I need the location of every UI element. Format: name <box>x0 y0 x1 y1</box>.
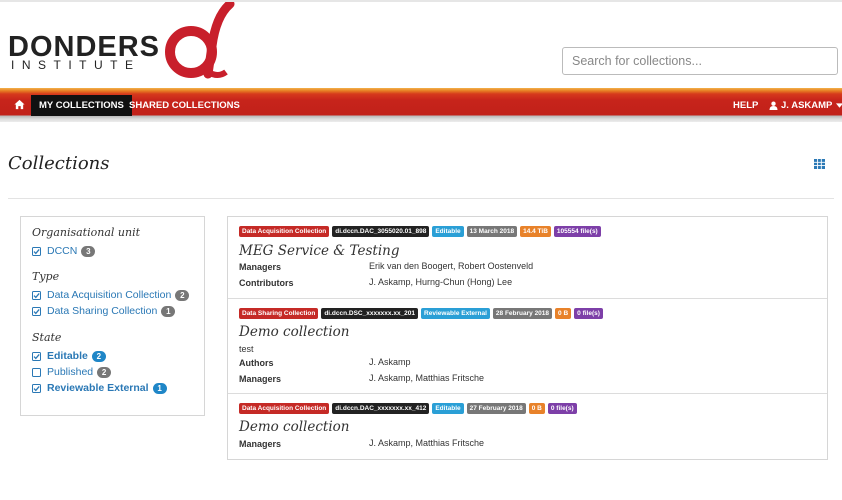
home-icon[interactable] <box>14 99 25 110</box>
badge-date: 13 March 2018 <box>466 226 518 237</box>
filter-label: Reviewable External <box>47 382 149 394</box>
filter-item-dccn[interactable]: DCCN 3 <box>32 245 96 257</box>
badge-state: Editable <box>432 403 464 414</box>
checkbox-unchecked-icon[interactable] <box>32 367 41 377</box>
badge-files: 0 file(s) <box>547 403 577 414</box>
checkbox-checked-icon[interactable] <box>32 351 41 361</box>
user-menu[interactable]: J. ASKAMP <box>761 95 842 116</box>
user-icon <box>769 101 778 110</box>
collection-description: test <box>239 344 254 354</box>
field-label: Contributors <box>239 278 294 288</box>
badge-identifier: di.dccn.DAC_xxxxxxx.xx_412 <box>332 403 430 414</box>
field-value: J. Askamp, Hurng-Chun (Hong) Lee <box>369 277 513 287</box>
filter-label: Editable <box>47 350 88 362</box>
badge-state: Editable <box>432 226 464 237</box>
filter-count: 2 <box>97 366 112 378</box>
page-title: Collections <box>8 153 110 174</box>
badge-collection-type: Data Sharing Collection <box>239 308 319 319</box>
title-divider <box>8 198 834 199</box>
field-label: Managers <box>239 439 282 449</box>
badge-row: Data Acquisition Collection di.dccn.DAC_… <box>239 403 577 415</box>
badge-row: Data Sharing Collection di.dccn.DSC_xxxx… <box>239 308 603 320</box>
badge-date: 28 February 2018 <box>492 308 553 319</box>
filter-count: 2 <box>91 350 106 362</box>
badge-identifier: di.dccn.DSC_xxxxxxx.xx_201 <box>321 308 419 319</box>
filter-count: 2 <box>175 289 190 301</box>
collection-card[interactable]: Data Sharing Collection di.dccn.DSC_xxxx… <box>228 299 827 394</box>
checkbox-checked-icon[interactable] <box>32 246 41 256</box>
collection-list: Data Acquisition Collection di.dccn.DAC_… <box>227 216 828 460</box>
filter-item-published[interactable]: Published 2 <box>32 366 112 378</box>
table-icon[interactable] <box>814 159 825 169</box>
checkbox-checked-icon[interactable] <box>32 290 41 300</box>
filter-heading-org: Organisational unit <box>32 226 141 239</box>
field-label: Managers <box>239 374 282 384</box>
badge-collection-type: Data Acquisition Collection <box>239 403 330 414</box>
field-label: Authors <box>239 358 274 368</box>
badge-files: 0 file(s) <box>574 308 603 319</box>
search-input[interactable] <box>562 47 838 75</box>
field-value: Erik van den Boogert, Robert Oostenveld <box>369 261 534 271</box>
badge-size: 0 B <box>555 308 572 319</box>
filter-item-data-acquisition[interactable]: Data Acquisition Collection 2 <box>32 289 190 301</box>
site-header: DONDERS INSTITUTE <box>0 0 842 90</box>
filter-heading-type: Type <box>32 270 60 283</box>
checkbox-checked-icon[interactable] <box>32 306 41 316</box>
caret-down-icon <box>836 103 842 108</box>
field-value: J. Askamp, Matthias Fritsche <box>369 438 485 448</box>
main-nav: MY COLLECTIONS SHARED COLLECTIONS HELP J… <box>0 88 842 122</box>
badge-collection-type: Data Acquisition Collection <box>239 226 330 237</box>
filter-item-data-sharing[interactable]: Data Sharing Collection 1 <box>32 305 176 317</box>
filter-item-reviewable-external[interactable]: Reviewable External 1 <box>32 382 167 394</box>
nav-my-collections[interactable]: MY COLLECTIONS <box>31 95 132 116</box>
filter-label: DCCN <box>47 245 78 257</box>
nav-shared-collections[interactable]: SHARED COLLECTIONS <box>121 95 248 116</box>
field-value: J. Askamp, Matthias Fritsche <box>369 373 485 383</box>
brand-subtitle[interactable]: INSTITUTE <box>11 59 141 71</box>
badge-size: 14.4 TiB <box>520 226 551 237</box>
collection-card[interactable]: Data Acquisition Collection di.dccn.DAC_… <box>228 394 827 459</box>
filter-panel: Organisational unit DCCN 3 Type Data Acq… <box>20 216 205 416</box>
filter-heading-state: State <box>32 331 62 344</box>
filter-count: 1 <box>152 382 167 394</box>
badge-state: Reviewable External <box>421 308 490 319</box>
badge-files: 105554 file(s) <box>553 226 601 237</box>
filter-item-editable[interactable]: Editable 2 <box>32 350 106 362</box>
field-label: Managers <box>239 262 282 272</box>
top-rule <box>0 0 842 2</box>
badge-row: Data Acquisition Collection di.dccn.DAC_… <box>239 226 601 238</box>
field-value: J. Askamp <box>369 357 411 367</box>
filter-label: Data Acquisition Collection <box>47 289 172 301</box>
collection-title[interactable]: MEG Service & Testing <box>239 243 400 259</box>
collection-card[interactable]: Data Acquisition Collection di.dccn.DAC_… <box>228 217 827 299</box>
filter-label: Data Sharing Collection <box>47 305 158 317</box>
collection-title[interactable]: Demo collection <box>239 324 349 340</box>
filter-count: 3 <box>81 245 96 257</box>
checkbox-checked-icon[interactable] <box>32 383 41 393</box>
badge-date: 27 February 2018 <box>466 403 526 414</box>
filter-count: 1 <box>161 305 176 317</box>
filter-label: Published <box>47 366 94 378</box>
user-name: J. ASKAMP <box>781 100 833 111</box>
alpha-logo-icon[interactable] <box>160 2 240 82</box>
badge-identifier: di.dccn.DAC_3055020.01_898 <box>332 226 430 237</box>
collection-title[interactable]: Demo collection <box>239 419 349 435</box>
badge-size: 0 B <box>528 403 545 414</box>
